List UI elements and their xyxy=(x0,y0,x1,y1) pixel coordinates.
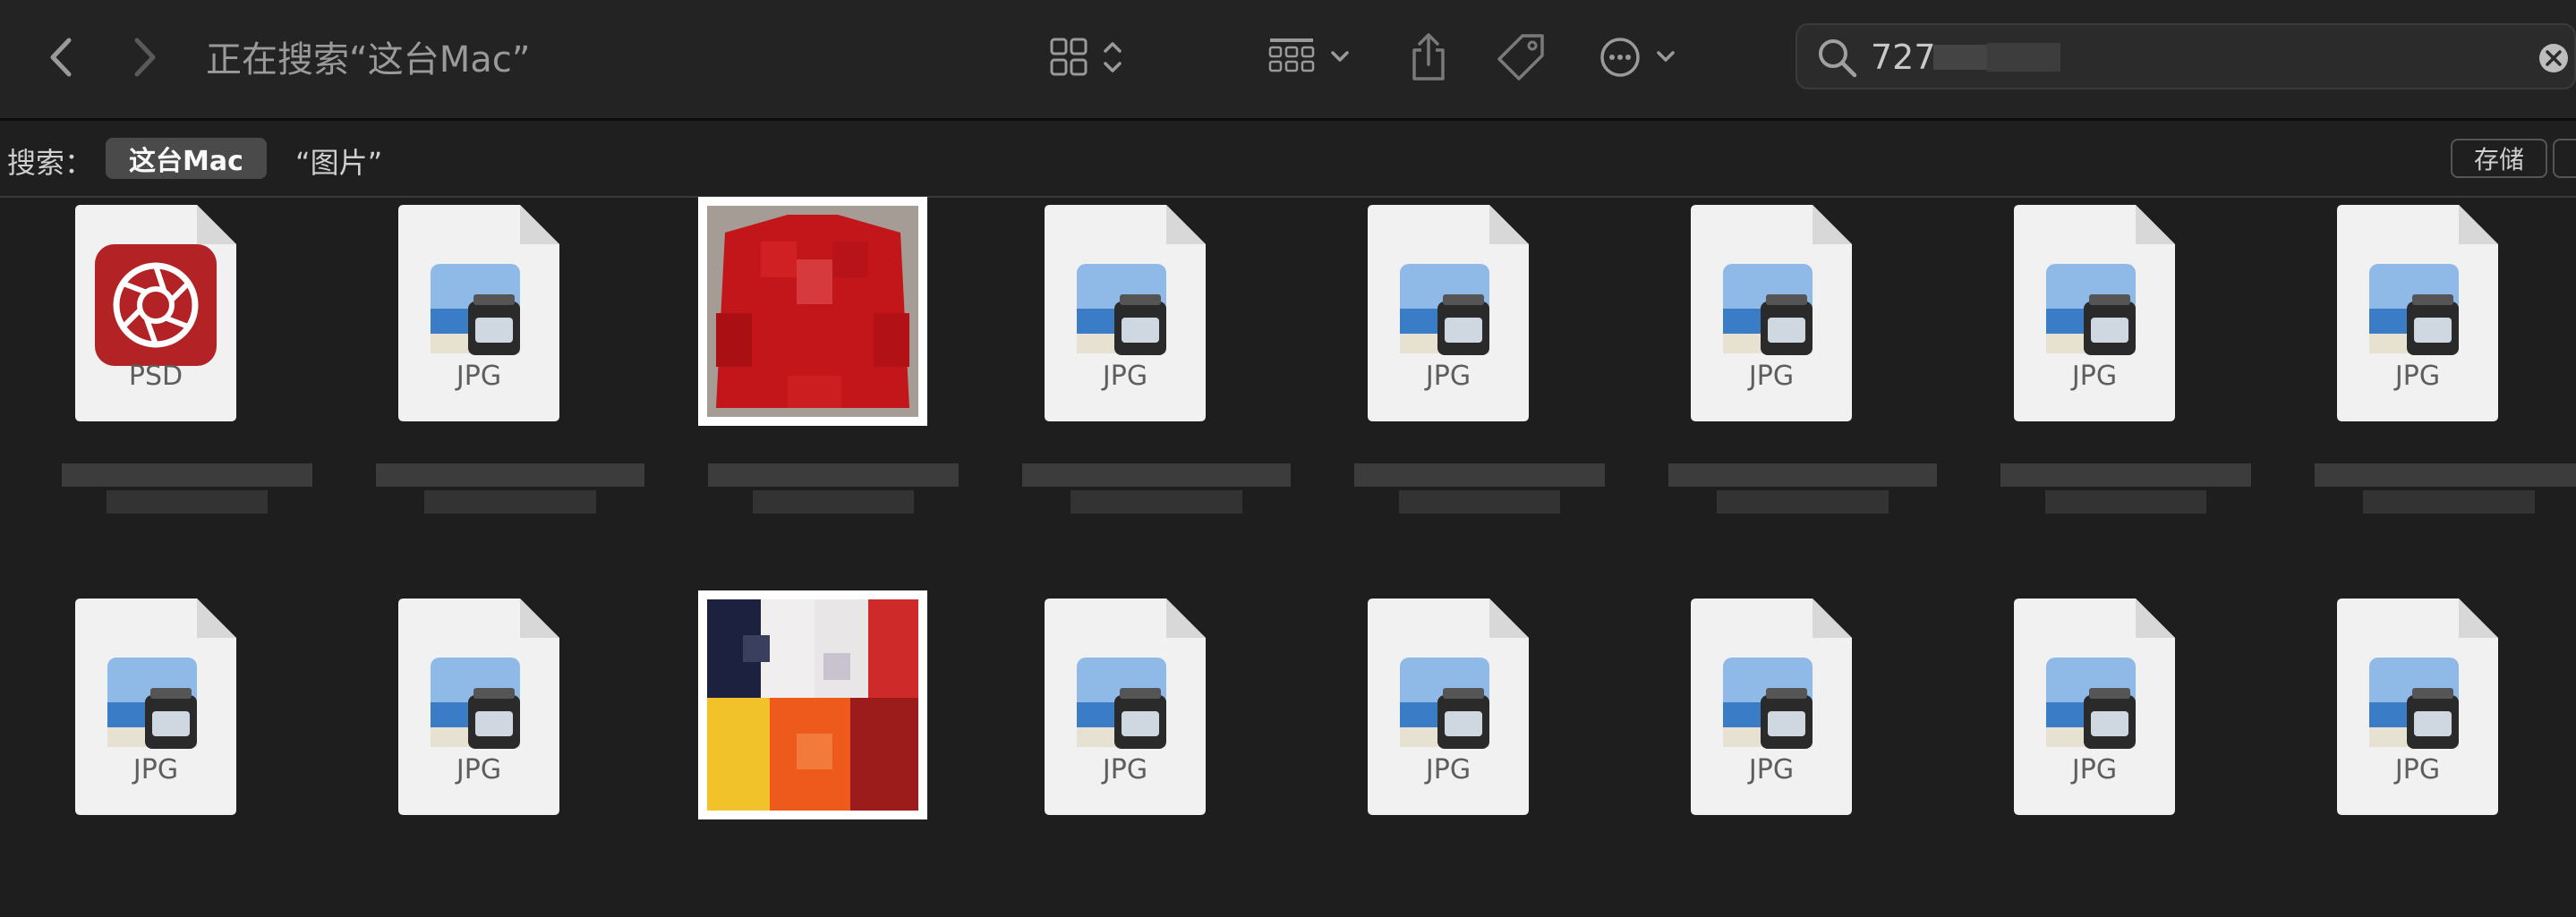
file-type-label: JPG xyxy=(2394,754,2441,785)
file-name-redacted xyxy=(376,463,644,526)
file-item[interactable]: JPG xyxy=(996,125,1292,514)
red-jacket-photo xyxy=(707,206,918,417)
file-name-redacted xyxy=(2315,463,2576,526)
file-name-redacted xyxy=(62,463,312,526)
image-thumbnail-jerseys xyxy=(698,590,927,819)
clear-circle-icon[interactable] xyxy=(2537,41,2571,75)
file-type-label: JPG xyxy=(2394,361,2441,392)
file-type-label: JPG xyxy=(1748,754,1795,785)
search-query: 727 xyxy=(1871,38,1936,77)
file-item[interactable]: JPG xyxy=(350,519,645,877)
file-item[interactable] xyxy=(673,519,968,877)
file-type-label: JPG xyxy=(2071,754,2118,785)
file-item[interactable]: JPG xyxy=(1319,125,1615,514)
tag-button[interactable] xyxy=(0,27,63,88)
toolbar: 正在搜索“这台Mac” 727 xyxy=(0,0,2576,121)
file-item[interactable]: JPG xyxy=(27,519,322,877)
group-by-icon xyxy=(1268,38,1349,72)
magnifier-icon xyxy=(1819,39,1857,78)
file-name-redacted xyxy=(1668,463,1937,526)
grid-view-icon xyxy=(1050,38,1122,76)
file-type-label: JPG xyxy=(1425,361,1471,392)
image-thumbnail-red-jacket xyxy=(698,197,927,426)
file-type-label: JPG xyxy=(1425,754,1471,785)
group-button[interactable] xyxy=(1266,30,1364,84)
window-title: 正在搜索“这台Mac” xyxy=(206,39,531,81)
file-grid: PSD JPG JPG JPG JPG JPG JPG JPG JPG JPG … xyxy=(0,197,2576,917)
file-name-redacted xyxy=(1022,463,1291,526)
file-type-label: JPG xyxy=(456,754,502,785)
file-type-label: JPG xyxy=(1102,754,1148,785)
file-type-label: PSD xyxy=(128,361,183,392)
file-item[interactable]: JPG xyxy=(1966,519,2261,877)
redacted-query xyxy=(1987,43,2060,72)
file-type-label: JPG xyxy=(456,361,502,392)
more-actions-button[interactable] xyxy=(1593,30,1692,84)
file-name-redacted xyxy=(1354,463,1605,526)
tag-button[interactable] xyxy=(1489,27,1552,88)
file-item[interactable]: JPG xyxy=(2289,519,2576,877)
view-mode-button[interactable] xyxy=(1044,30,1142,84)
file-item[interactable] xyxy=(673,125,968,514)
file-type-label: JPG xyxy=(1102,361,1148,392)
file-item[interactable]: JPG xyxy=(350,125,645,514)
file-type-label: JPG xyxy=(1748,361,1795,392)
file-name-redacted xyxy=(708,463,959,526)
file-item[interactable]: PSD xyxy=(27,125,322,514)
share-icon xyxy=(1412,33,1445,81)
chevron-right-icon xyxy=(134,38,156,77)
file-item[interactable]: JPG xyxy=(996,519,1292,877)
file-type-label: JPG xyxy=(132,754,179,785)
redacted-query xyxy=(1933,45,1987,70)
jerseys-photo xyxy=(707,599,918,811)
file-item[interactable]: JPG xyxy=(1642,519,1938,877)
file-name-redacted xyxy=(2000,463,2251,526)
ellipsis-circle-icon xyxy=(1600,38,1675,77)
file-item[interactable]: JPG xyxy=(1966,125,2261,514)
file-item[interactable]: JPG xyxy=(1319,519,1615,877)
share-button[interactable] xyxy=(1402,27,1455,88)
file-item[interactable]: JPG xyxy=(1642,125,1938,514)
search-field[interactable]: 727 xyxy=(1796,23,2576,89)
tag-icon xyxy=(1497,34,1544,81)
file-item[interactable]: JPG xyxy=(2289,125,2576,514)
forward-button[interactable] xyxy=(120,32,170,82)
file-type-label: JPG xyxy=(2071,361,2118,392)
